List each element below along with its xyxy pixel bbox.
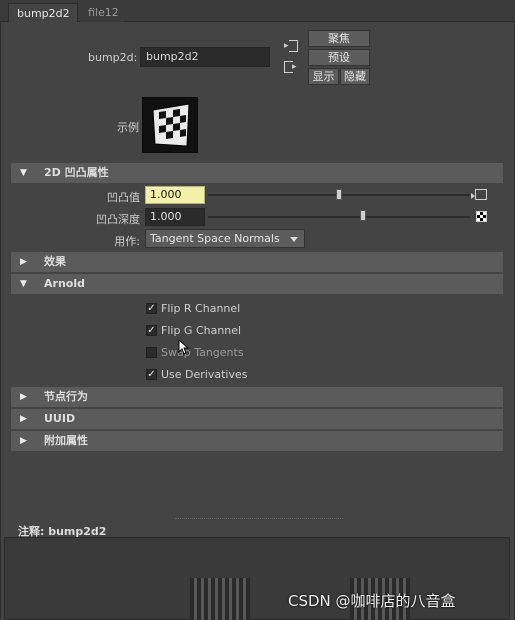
sample-swatch[interactable] bbox=[142, 97, 198, 153]
bump-depth-field[interactable]: 1.000 bbox=[145, 208, 205, 226]
checkbox-label: Flip G Channel bbox=[161, 324, 242, 337]
node-name-field[interactable]: bump2d2 bbox=[140, 47, 270, 67]
section-title: 效果 bbox=[44, 255, 66, 268]
bump-depth-label: 凹凸深度 bbox=[96, 213, 140, 226]
section-title: 节点行为 bbox=[44, 390, 88, 403]
mouse-cursor-icon bbox=[178, 339, 190, 355]
bump-sample-image bbox=[152, 103, 190, 147]
section-title: 2D 凹凸属性 bbox=[44, 166, 109, 179]
tab-bump2d2[interactable]: bump2d2 bbox=[8, 3, 78, 22]
focus-button[interactable]: 聚焦 bbox=[308, 30, 370, 47]
checkbox-unchecked[interactable] bbox=[146, 347, 157, 358]
bump-value-label: 凹凸值 bbox=[107, 191, 140, 204]
expanded-triangle-icon: ▼ bbox=[20, 279, 27, 289]
node-type-label: bump2d: bbox=[88, 51, 138, 64]
chevron-down-icon bbox=[290, 237, 298, 246]
section-extra-attributes[interactable]: ▶ 附加属性 bbox=[11, 431, 503, 451]
show-button[interactable]: 显示 bbox=[308, 68, 339, 85]
collapsed-triangle-icon: ▶ bbox=[20, 392, 27, 402]
hide-button[interactable]: 隐藏 bbox=[340, 68, 370, 85]
use-as-dropdown[interactable]: Tangent Space Normals bbox=[145, 229, 305, 248]
preset-button[interactable]: 预设 bbox=[308, 49, 370, 66]
collapsed-triangle-icon: ▶ bbox=[20, 414, 27, 424]
checkbox-checked[interactable]: ✓ bbox=[146, 325, 157, 336]
bump-value-slider-thumb[interactable] bbox=[336, 189, 342, 200]
checkbox-checked[interactable]: ✓ bbox=[146, 369, 157, 380]
output-connection-icon[interactable]: ▸ bbox=[284, 61, 298, 73]
section-arnold[interactable]: ▼ Arnold bbox=[11, 274, 503, 294]
qr-code-image bbox=[190, 578, 250, 620]
map-button-icon[interactable] bbox=[471, 189, 487, 200]
section-effects[interactable]: ▶ 效果 bbox=[11, 252, 503, 272]
section-title: 附加属性 bbox=[44, 434, 88, 447]
bump-depth-slider-thumb[interactable] bbox=[359, 210, 366, 221]
tab-file12[interactable]: file12 bbox=[80, 3, 124, 22]
bump-depth-slider-track[interactable] bbox=[208, 216, 470, 218]
section-bump-attributes[interactable]: ▼ 2D 凹凸属性 bbox=[11, 163, 503, 183]
checkbox-label: Flip R Channel bbox=[161, 302, 241, 315]
expanded-triangle-icon: ▼ bbox=[20, 168, 27, 178]
checkbox-label: Swap Tangents bbox=[161, 346, 244, 359]
splitter-handle[interactable] bbox=[175, 518, 343, 519]
tab-bar: bump2d2 file12 bbox=[0, 0, 515, 22]
bump-value-field[interactable]: 1.000 bbox=[145, 186, 205, 204]
checkbox-label: Use Derivatives bbox=[161, 368, 248, 381]
watermark-text: CSDN @咖啡店的八音盒 bbox=[288, 592, 456, 610]
collapsed-triangle-icon: ▶ bbox=[20, 257, 27, 267]
collapsed-triangle-icon: ▶ bbox=[20, 436, 27, 446]
section-title: Arnold bbox=[44, 277, 85, 290]
section-uuid[interactable]: ▶ UUID bbox=[11, 409, 503, 429]
input-connection-icon[interactable]: ▸ bbox=[284, 40, 298, 52]
checker-map-icon[interactable] bbox=[476, 211, 487, 222]
use-as-label: 用作: bbox=[114, 235, 140, 248]
checkbox-checked[interactable]: ✓ bbox=[146, 303, 157, 314]
use-as-value: Tangent Space Normals bbox=[150, 232, 280, 245]
section-node-behavior[interactable]: ▶ 节点行为 bbox=[11, 387, 503, 407]
sample-label: 示例 bbox=[117, 121, 139, 134]
section-title: UUID bbox=[44, 412, 76, 425]
